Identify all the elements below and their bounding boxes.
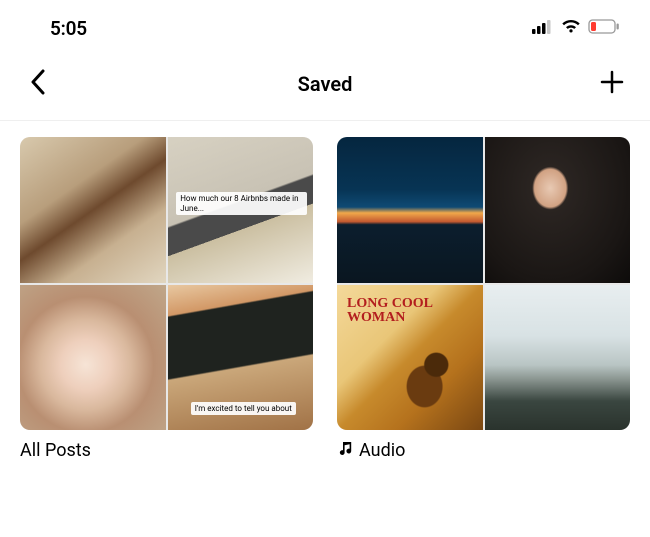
collection-thumb bbox=[20, 285, 166, 431]
collection-thumbnail-grid: How much our 8 Airbnbs made in June... I… bbox=[20, 137, 313, 430]
collection-thumb: How much our 8 Airbnbs made in June... bbox=[168, 137, 314, 283]
header: Saved bbox=[0, 48, 650, 121]
collection-label-text: Audio bbox=[359, 440, 405, 461]
collection-thumb: LONG COOL WOMAN bbox=[337, 285, 483, 431]
cellular-icon bbox=[532, 19, 554, 38]
plus-icon bbox=[599, 69, 625, 99]
thumb-overlay-text: I'm excited to tell you about bbox=[191, 402, 296, 416]
collection-thumbnail-grid: LONG COOL WOMAN bbox=[337, 137, 630, 430]
collection-thumb bbox=[485, 137, 631, 283]
collection-label-text: All Posts bbox=[20, 440, 91, 461]
status-bar: 5:05 bbox=[0, 0, 650, 48]
collection-thumb: I'm excited to tell you about bbox=[168, 285, 314, 431]
chevron-left-icon bbox=[29, 69, 47, 99]
status-time: 5:05 bbox=[50, 17, 87, 40]
collection-label: Audio bbox=[337, 440, 630, 461]
collection-all-posts[interactable]: How much our 8 Airbnbs made in June... I… bbox=[20, 137, 313, 461]
collection-audio[interactable]: LONG COOL WOMAN Audio bbox=[337, 137, 630, 461]
album-cover-text: LONG COOL WOMAN bbox=[347, 297, 483, 325]
status-icons bbox=[532, 18, 620, 38]
collection-thumb bbox=[485, 285, 631, 431]
collection-thumb bbox=[20, 137, 166, 283]
back-button[interactable] bbox=[20, 66, 56, 102]
collection-label: All Posts bbox=[20, 440, 313, 461]
wifi-icon bbox=[560, 18, 582, 38]
page-title: Saved bbox=[298, 72, 353, 96]
add-collection-button[interactable] bbox=[594, 66, 630, 102]
battery-icon bbox=[588, 19, 620, 38]
music-note-icon bbox=[337, 440, 353, 461]
collections-grid: How much our 8 Airbnbs made in June... I… bbox=[0, 121, 650, 477]
collection-thumb bbox=[337, 137, 483, 283]
thumb-overlay-text: How much our 8 Airbnbs made in June... bbox=[176, 192, 307, 215]
